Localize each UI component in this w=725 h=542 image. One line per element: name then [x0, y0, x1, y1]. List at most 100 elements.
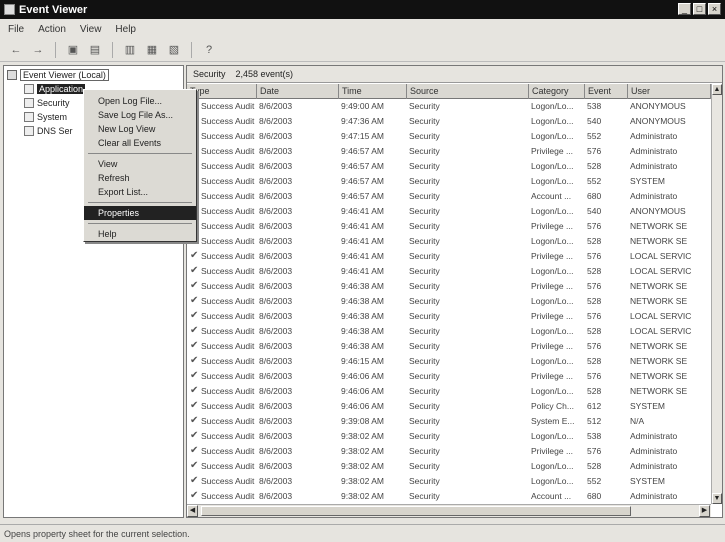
- success-audit-key-icon: ✔: [190, 310, 199, 321]
- success-audit-key-icon: ✔: [190, 490, 199, 501]
- table-row[interactable]: ✔ Success Audit 8/6/2003 9:46:38 AM Security…: [187, 310, 711, 323]
- refresh-icon[interactable]: ▦: [144, 43, 160, 57]
- table-row[interactable]: ✔ Success Audit 8/6/2003 9:46:06 AM Security…: [187, 400, 711, 413]
- table-row[interactable]: ✔Success Audit8/6/20039:46:41 AMSecurity…: [187, 205, 711, 218]
- cell-time: 9:46:38 AM: [341, 296, 385, 306]
- cell-event: 540: [587, 116, 602, 126]
- cell-category: Account ...: [531, 191, 572, 201]
- column-header-event[interactable]: Event: [585, 84, 628, 99]
- table-row[interactable]: ✔ Success Audit 8/6/2003 9:39:08 AM Security…: [187, 415, 711, 428]
- column-header-category[interactable]: Category: [529, 84, 585, 99]
- scroll-right-arrow-icon[interactable]: ▶: [699, 505, 710, 517]
- context-menu-item-new-log-view[interactable]: New Log View: [84, 122, 196, 136]
- tree-item-system[interactable]: System: [24, 112, 67, 122]
- context-menu-item-view[interactable]: View: [84, 157, 196, 171]
- menu-view[interactable]: View: [80, 24, 102, 35]
- menu-file[interactable]: File: [8, 24, 24, 35]
- help-icon[interactable]: ?: [201, 43, 217, 57]
- table-row[interactable]: ✔Success Audit8/6/20039:47:15 AMSecurity…: [187, 130, 711, 143]
- properties-icon[interactable]: ▥: [122, 43, 138, 57]
- tree-item-label: System: [37, 112, 68, 122]
- menu-help[interactable]: Help: [115, 24, 136, 35]
- cell-type: Success Audit: [201, 251, 255, 261]
- context-menu-item-properties[interactable]: Properties: [84, 206, 196, 220]
- table-row[interactable]: ✔Success Audit8/6/20039:46:41 AMSecurity…: [187, 235, 711, 248]
- cell-time: 9:49:00 AM: [341, 101, 385, 111]
- column-header-date[interactable]: Date: [257, 84, 339, 99]
- cell-category: Logon/Lo...: [531, 431, 574, 441]
- horizontal-scroll-thumb[interactable]: [201, 506, 631, 516]
- column-header-user[interactable]: User: [628, 84, 711, 99]
- context-menu-separator: [88, 153, 192, 154]
- table-row[interactable]: ✔ Success Audit 8/6/2003 9:38:02 AM Security…: [187, 490, 711, 503]
- tree-root[interactable]: Event Viewer (Local): [7, 69, 109, 81]
- context-menu-item-export-list[interactable]: Export List...: [84, 185, 196, 199]
- event-viewer-app-icon: [4, 4, 15, 15]
- minimize-button[interactable]: _: [678, 3, 691, 15]
- tree-item-dns-server[interactable]: DNS Ser: [24, 126, 73, 136]
- cell-date: 8/6/2003: [259, 431, 293, 441]
- table-row[interactable]: ✔ Success Audit 8/6/2003 9:46:38 AM Security…: [187, 280, 711, 293]
- table-row[interactable]: ✔Success Audit8/6/20039:49:00 AMSecurity…: [187, 100, 711, 113]
- table-row[interactable]: ✔Success Audit8/6/20039:46:57 AMSecurity…: [187, 145, 711, 158]
- back-arrow-icon[interactable]: ←: [8, 43, 24, 57]
- scroll-down-arrow-icon[interactable]: ▼: [712, 493, 722, 504]
- maximize-button[interactable]: □: [693, 3, 706, 15]
- up-folder-icon[interactable]: ▣: [65, 43, 81, 57]
- context-menu-item-help[interactable]: Help: [84, 227, 196, 241]
- cell-event: 576: [587, 251, 602, 261]
- table-row[interactable]: ✔ Success Audit 8/6/2003 9:38:02 AM Security…: [187, 475, 711, 488]
- cell-category: Logon/Lo...: [531, 236, 574, 246]
- success-audit-key-icon: ✔: [190, 295, 199, 306]
- cell-type: Success Audit: [201, 416, 255, 426]
- table-row[interactable]: ✔ Success Audit 8/6/2003 9:46:38 AM Security…: [187, 325, 711, 338]
- table-row[interactable]: ✔ Success Audit 8/6/2003 9:46:38 AM Security…: [187, 295, 711, 308]
- table-row[interactable]: ✔ Success Audit 8/6/2003 9:46:06 AM Security…: [187, 385, 711, 398]
- table-row[interactable]: ✔Success Audit8/6/20039:46:57 AMSecurity…: [187, 175, 711, 188]
- cell-category: Logon/Lo...: [531, 386, 574, 396]
- table-row[interactable]: ✔Success Audit8/6/20039:46:41 AMSecurity…: [187, 250, 711, 263]
- column-header-source[interactable]: Source: [407, 84, 529, 99]
- cell-category: Privilege ...: [531, 311, 574, 321]
- table-row[interactable]: ✔Success Audit8/6/20039:46:41 AMSecurity…: [187, 220, 711, 233]
- column-header-type[interactable]: Type: [187, 84, 257, 99]
- table-row[interactable]: ✔ Success Audit 8/6/2003 9:38:02 AM Security…: [187, 445, 711, 458]
- column-header-time[interactable]: Time: [339, 84, 407, 99]
- cell-time: 9:38:02 AM: [341, 446, 385, 456]
- tree-item-security[interactable]: Security: [24, 98, 70, 108]
- table-row[interactable]: ✔Success Audit8/6/20039:46:57 AMSecurity…: [187, 190, 711, 203]
- close-button[interactable]: ×: [708, 3, 721, 15]
- table-row[interactable]: ✔Success Audit8/6/20039:46:41 AMSecurity…: [187, 265, 711, 278]
- table-row[interactable]: ✔ Success Audit 8/6/2003 9:46:15 AM Security…: [187, 355, 711, 368]
- table-row[interactable]: ✔ Success Audit 8/6/2003 9:46:06 AM Security…: [187, 370, 711, 383]
- context-menu-item-refresh[interactable]: Refresh: [84, 171, 196, 185]
- cell-category: Privilege ...: [531, 341, 574, 351]
- table-row[interactable]: ✔ Success Audit 8/6/2003 9:38:02 AM Security…: [187, 430, 711, 443]
- tree-item-application[interactable]: Application: [24, 84, 86, 94]
- scroll-left-arrow-icon[interactable]: ◀: [187, 505, 198, 517]
- cell-user: Administrato: [630, 161, 678, 171]
- success-audit-key-icon: ✔: [190, 385, 199, 396]
- cell-date: 8/6/2003: [259, 341, 293, 351]
- vertical-scrollbar[interactable]: ▲ ▼: [711, 84, 722, 504]
- log-info-bar: Security 2,458 event(s): [187, 66, 722, 83]
- export-icon[interactable]: ▧: [166, 43, 182, 57]
- menu-action[interactable]: Action: [38, 24, 66, 35]
- cell-source: Security: [409, 266, 440, 276]
- scroll-up-arrow-icon[interactable]: ▲: [712, 84, 722, 95]
- table-row[interactable]: ✔Success Audit8/6/20039:47:36 AMSecurity…: [187, 115, 711, 128]
- table-row[interactable]: ✔ Success Audit 8/6/2003 9:46:38 AM Security…: [187, 340, 711, 353]
- cell-time: 9:46:41 AM: [341, 236, 385, 246]
- horizontal-scrollbar[interactable]: ◀ ▶: [187, 504, 711, 517]
- table-row[interactable]: ✔Success Audit8/6/20039:46:57 AMSecurity…: [187, 160, 711, 173]
- cell-time: 9:46:41 AM: [341, 206, 385, 216]
- cell-category: System E...: [531, 416, 575, 426]
- context-menu-item-clear-all-events[interactable]: Clear all Events: [84, 136, 196, 150]
- show-tree-icon[interactable]: ▤: [87, 43, 103, 57]
- context-menu-item-open-log-file[interactable]: Open Log File...: [84, 94, 196, 108]
- context-menu-item-save-log-file-as[interactable]: Save Log File As...: [84, 108, 196, 122]
- table-row[interactable]: ✔ Success Audit 8/6/2003 9:38:02 AM Security…: [187, 460, 711, 473]
- cell-event: 576: [587, 221, 602, 231]
- cell-time: 9:46:06 AM: [341, 401, 385, 411]
- forward-arrow-icon[interactable]: →: [30, 43, 46, 57]
